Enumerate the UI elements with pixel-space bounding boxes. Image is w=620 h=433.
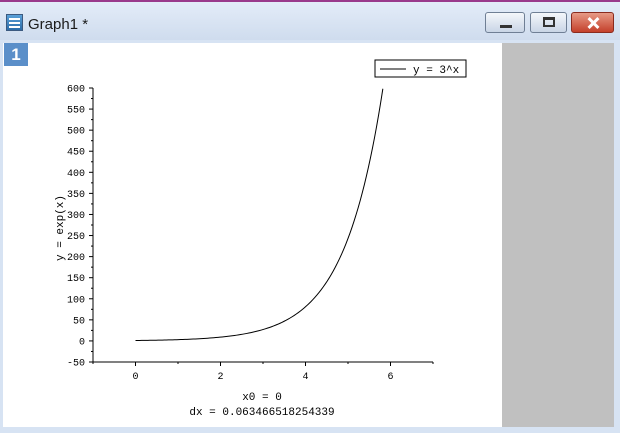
y-tick-label: 100	[67, 295, 85, 306]
y-tick-label: -50	[67, 359, 85, 370]
y-tick-label: 300	[67, 211, 85, 222]
y-tick-label: 350	[67, 190, 85, 201]
y-tick-label: 450	[67, 148, 85, 159]
window-bottom-border	[0, 427, 620, 433]
y-tick-label: 150	[67, 274, 85, 285]
x-tick-label: 2	[217, 372, 223, 383]
y-tick-label: 0	[79, 337, 85, 348]
legend[interactable]: y = 3^x	[374, 59, 467, 78]
x-axis-label[interactable]: x0 = 0	[242, 392, 282, 404]
x-tick-label: 4	[302, 372, 308, 383]
plot-canvas[interactable]: -50050100150200250300350400450500550600 …	[0, 2, 620, 433]
legend-label: y = 3^x	[413, 65, 460, 77]
y-tick-label: 500	[67, 127, 85, 138]
y-axis-ticks: -50 0 50 100 150 200 250 300 350 400 450 500 550 600	[67, 85, 93, 370]
y-tick-label: 550	[67, 106, 85, 117]
x-axis-label-secondary[interactable]: dx = 0.063466518254339	[189, 407, 334, 419]
series-line-y-3-x	[135, 88, 384, 341]
axes	[92, 88, 433, 363]
graph-window: Graph1 * 1 -50 0 50 100 150 200 250 300 350 400 45…	[0, 0, 620, 433]
y-tick-label: 600	[67, 85, 85, 96]
x-tick-label: 0	[132, 372, 138, 383]
x-axis-ticks: 0 2 4 6	[92, 362, 434, 383]
y-tick-label: 50	[73, 316, 85, 327]
x-tick-label: 6	[387, 372, 393, 383]
y-tick-label: 400	[67, 169, 85, 180]
y-axis-label[interactable]: y = exp(x)	[55, 195, 67, 261]
y-tick-label: 200	[67, 253, 85, 264]
y-tick-label: 250	[67, 232, 85, 243]
